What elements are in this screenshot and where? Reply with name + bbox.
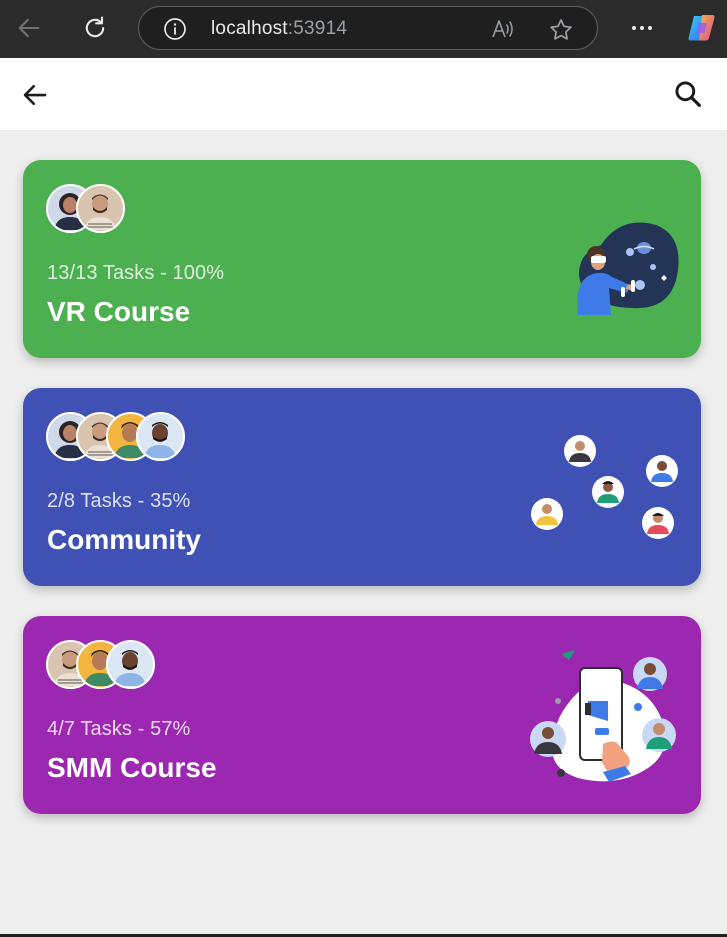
- member-avatars: [46, 184, 125, 234]
- arrow-back-icon[interactable]: [20, 80, 50, 110]
- card-title: Community: [47, 524, 201, 555]
- refresh-icon: [85, 16, 105, 38]
- member-avatars: [46, 640, 155, 690]
- project-card-smm-course[interactable]: 4/7 Tasks - 57% SMM Course: [23, 616, 701, 814]
- app-bar: [0, 58, 727, 130]
- url-text: localhost:53914: [211, 18, 347, 40]
- url-host: localhost: [211, 18, 288, 39]
- project-card-community[interactable]: 2/8 Tasks - 35% Community: [23, 388, 701, 586]
- avatar: [106, 640, 155, 689]
- smm-illustration-icon: [530, 650, 676, 782]
- info-icon[interactable]: [163, 17, 187, 41]
- url-port: :53914: [287, 18, 348, 39]
- browser-toolbar: localhost:53914: [0, 0, 727, 58]
- avatar: [76, 184, 125, 233]
- member-avatars: [46, 412, 185, 462]
- address-bar[interactable]: localhost:53914: [138, 6, 598, 50]
- browser-back-button[interactable]: [12, 11, 46, 45]
- read-aloud-icon[interactable]: [490, 17, 516, 41]
- task-progress-text: 4/7 Tasks - 57%: [47, 718, 191, 740]
- card-title: SMM Course: [47, 752, 217, 783]
- browser-refresh-button[interactable]: [78, 11, 112, 45]
- task-progress-text: 13/13 Tasks - 100%: [47, 262, 225, 284]
- app-content: 13/13 Tasks - 100% VR Course 2/8 Tasks -…: [0, 58, 727, 934]
- task-progress-text: 2/8 Tasks - 35%: [47, 490, 191, 512]
- vr-illustration-icon: [577, 222, 679, 315]
- favorite-star-icon[interactable]: [548, 17, 574, 43]
- avatar: [136, 412, 185, 461]
- more-options-icon[interactable]: [628, 11, 656, 45]
- card-title: VR Course: [47, 296, 191, 327]
- community-illustration-icon: [531, 435, 678, 539]
- search-icon[interactable]: [672, 78, 704, 110]
- arrow-back-icon: [18, 18, 40, 38]
- copilot-icon[interactable]: [685, 10, 721, 46]
- project-card-vr-course[interactable]: 13/13 Tasks - 100% VR Course: [23, 160, 701, 358]
